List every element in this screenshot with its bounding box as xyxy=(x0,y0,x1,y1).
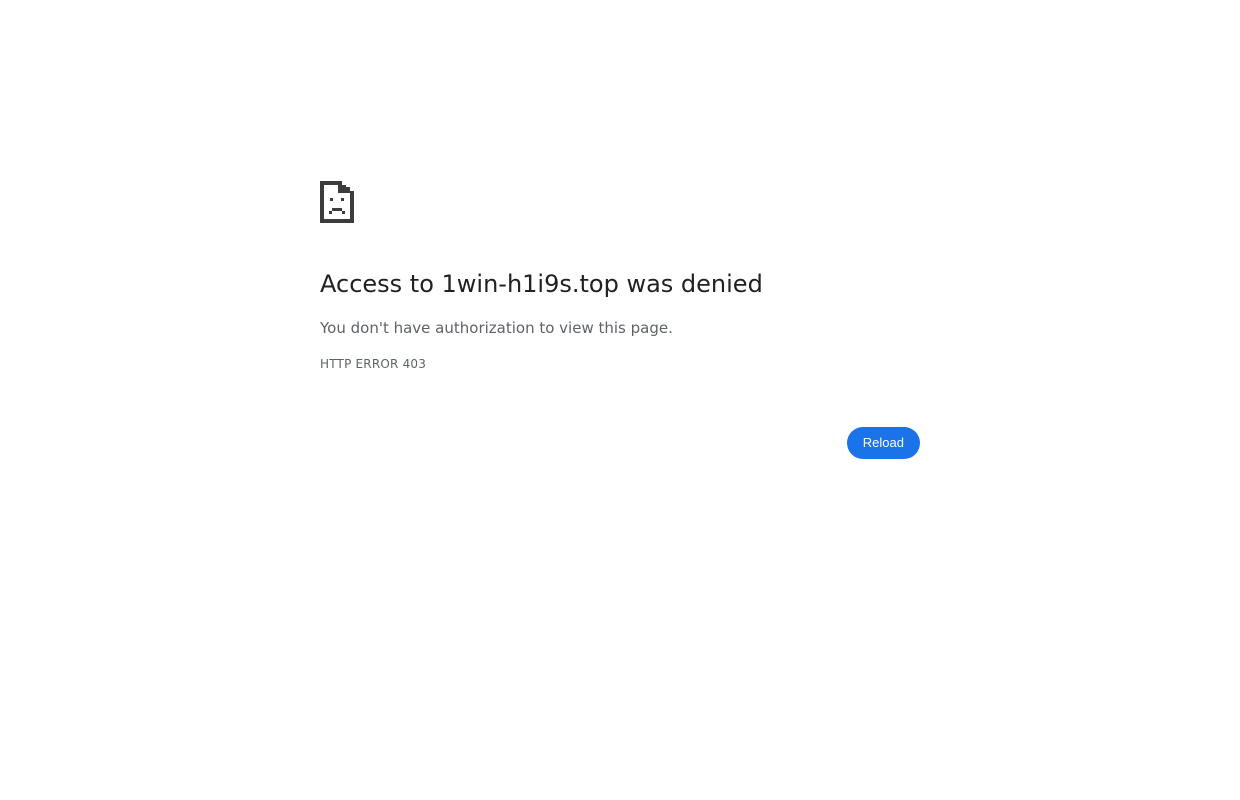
page-title: Access to 1win-h1i9s.top was denied xyxy=(320,270,763,298)
sad-document-icon xyxy=(320,181,354,223)
error-code: HTTP ERROR 403 xyxy=(320,357,427,371)
error-page: Access to 1win-h1i9s.top was denied You … xyxy=(0,0,1240,800)
reload-button[interactable]: Reload xyxy=(846,427,920,459)
error-message: You don't have authorization to view thi… xyxy=(320,319,673,337)
error-content: Access to 1win-h1i9s.top was denied You … xyxy=(320,181,920,459)
